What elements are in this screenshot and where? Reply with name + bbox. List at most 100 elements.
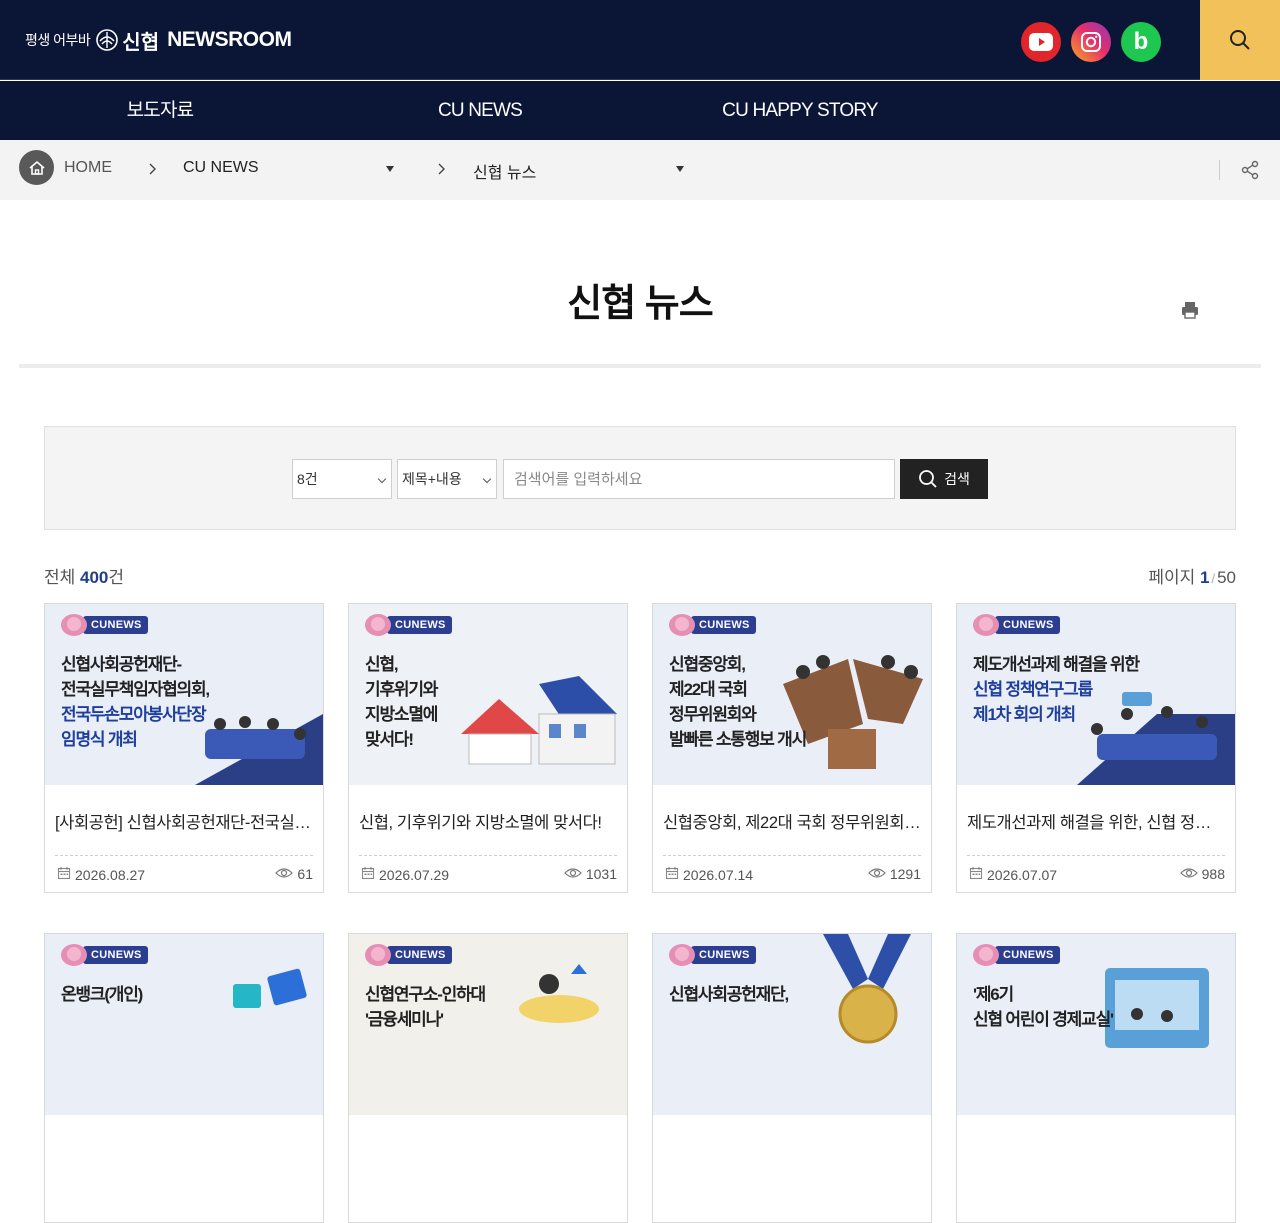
news-date: 2026.07.29	[361, 866, 449, 883]
thumb-highlight-line: 제1차 회의 개최	[973, 705, 1076, 724]
page-indicator: 페이지 1/50	[1148, 563, 1236, 588]
cunews-badge: CUNEWS	[973, 944, 1060, 966]
news-title[interactable]: 신협중앙회, 제22대 국회 정무위원회와 발빠른 소통행보 개시	[663, 809, 921, 833]
chevron-down-icon	[377, 474, 387, 484]
news-thumbnail[interactable]: CUNEWS 신협연구소-인하대 '금융세미나'	[349, 934, 627, 1115]
search-input[interactable]	[503, 459, 895, 499]
news-card[interactable]: CUNEWS 온뱅크(개인)	[44, 933, 324, 1223]
eye-icon	[867, 866, 886, 882]
thumbnail-headline: 제도개선과제 해결을 위한신협 정책연구그룹제1차 회의 개최	[973, 652, 1140, 727]
news-date-value: 2026.07.07	[987, 866, 1058, 883]
nav-press-release[interactable]: 보도자료	[0, 81, 320, 140]
blog-icon: b	[1133, 28, 1149, 55]
news-card[interactable]: CUNEWS '제6기 신협 어린이 경제교실'	[956, 933, 1236, 1223]
cunews-badge-label: CUNEWS	[83, 616, 148, 634]
thumb-text-line: 신협사회공헌재단-	[61, 655, 182, 674]
blog-link[interactable]: b	[1121, 22, 1161, 62]
top-header: 평생 어부바 신협 NEWSROOM b	[0, 0, 1280, 80]
news-thumbnail[interactable]: CUNEWS 신협사회공헌재단,	[653, 934, 931, 1115]
breadcrumb-level2-dropdown[interactable]: 신협 뉴스	[473, 159, 688, 183]
news-meta: 2026.07.29 1031	[359, 855, 617, 892]
thumb-text-line: 신협,	[365, 655, 399, 674]
thumb-text-line: 신협사회공헌재단,	[669, 985, 789, 1004]
cunews-badge-label: CUNEWS	[387, 616, 452, 634]
cunews-badge-label: CUNEWS	[691, 946, 756, 964]
calendar-icon	[361, 866, 375, 883]
news-thumbnail[interactable]: CUNEWS 제도개선과제 해결을 위한신협 정책연구그룹제1차 회의 개최	[957, 604, 1235, 785]
news-thumbnail[interactable]: CUNEWS 온뱅크(개인)	[45, 934, 323, 1115]
cunews-badge: CUNEWS	[365, 614, 452, 636]
page-size-select[interactable]: 8건	[292, 459, 392, 499]
logo-newsroom: NEWSROOM	[167, 28, 292, 51]
breadcrumb: HOME CU NEWS 신협 뉴스	[0, 140, 1280, 319]
chevron-right-icon	[149, 163, 156, 175]
news-card[interactable]: CUNEWS 제도개선과제 해결을 위한 신협 정책연구그룹 제1차 회의 개최 제도개…	[956, 603, 1236, 893]
page-slash: /	[1211, 571, 1216, 586]
search-field-select[interactable]: 제목+내용	[397, 459, 497, 499]
home-icon	[28, 160, 45, 175]
cunews-badge-label: CUNEWS	[995, 946, 1060, 964]
thumb-highlight-line: 신협 정책연구그룹	[973, 680, 1093, 699]
news-thumbnail[interactable]: CUNEWS '제6기 신협 어린이 경제교실'	[957, 934, 1235, 1115]
youtube-link[interactable]	[1021, 22, 1061, 62]
news-date: 2026.08.27	[57, 866, 145, 883]
eye-icon	[1179, 866, 1198, 882]
news-date: 2026.07.07	[969, 866, 1057, 883]
thumb-text-line: 맞서다!	[365, 730, 414, 749]
breadcrumb-home[interactable]: HOME	[64, 159, 112, 177]
thumb-text-line: 발빠른 소통행보 개시	[669, 730, 807, 749]
thumb-text-line: 제22대 국회	[669, 680, 748, 699]
news-thumbnail[interactable]: CUNEWS 신협사회공헌재단- 전국실무책임자협의회, 전국두손모아봉사단장 임명식 …	[45, 604, 323, 785]
nav-cu-happy-story[interactable]: CU HAPPY STORY	[640, 81, 960, 140]
news-thumbnail[interactable]: CUNEWS 신협, 기후위기와 지방소멸에 맞서다!	[349, 604, 627, 785]
thumbnail-headline: 신협사회공헌재단- 전국실무책임자협의회, 전국두손모아봉사단장 임명식 개최	[61, 652, 210, 752]
instagram-link[interactable]	[1071, 22, 1111, 62]
search-toggle-button[interactable]	[1200, 0, 1280, 80]
cunews-badge: CUNEWS	[61, 614, 148, 636]
news-card[interactable]: CUNEWS 신협, 기후위기와 지방소멸에 맞서다! 신협, 기후위기와 지방소멸에 맞…	[348, 603, 628, 893]
eye-icon	[275, 866, 294, 882]
news-date: 2026.07.14	[665, 866, 753, 883]
utility-divider	[1219, 160, 1220, 180]
news-date-value: 2026.08.27	[75, 866, 146, 883]
breadcrumb-level1-dropdown[interactable]: CU NEWS	[183, 159, 398, 177]
calendar-icon	[665, 866, 679, 883]
piggy-mascot-icon	[61, 944, 87, 966]
news-title[interactable]: 신협, 기후위기와 지방소멸에 맞서다!	[359, 809, 617, 833]
page-size-value: 8건	[297, 471, 318, 487]
cunews-badge-label: CUNEWS	[995, 616, 1060, 634]
thumb-text-line: 제도개선과제 해결을 위한	[973, 655, 1140, 674]
news-card[interactable]: CUNEWS 신협중앙회, 제22대 국회 정무위원회와 발빠른 소통행보 개시신협중앙…	[652, 603, 932, 893]
caret-down-icon	[676, 166, 684, 172]
chevron-right-icon	[438, 163, 445, 175]
instagram-icon	[1081, 32, 1101, 52]
chevron-down-icon	[482, 474, 492, 484]
search-button[interactable]: 검색	[900, 459, 988, 499]
youtube-icon	[1029, 33, 1053, 51]
news-views-value: 1031	[585, 866, 617, 882]
news-views-value: 61	[297, 866, 313, 882]
site-logo[interactable]: 평생 어부바 신협 NEWSROOM	[25, 24, 292, 56]
news-date-value: 2026.07.14	[683, 866, 754, 883]
share-icon[interactable]	[1240, 160, 1260, 180]
nav-cu-news[interactable]: CU NEWS	[320, 81, 640, 140]
news-title[interactable]: [사회공헌] 신협사회공헌재단-전국실무책임자협의회, 전국두손모아봉사단장 임…	[55, 809, 313, 833]
piggy-mascot-icon	[365, 614, 391, 636]
thumb-text-line: 신협연구소-인하대	[365, 985, 486, 1004]
cunews-badge: CUNEWS	[669, 614, 756, 636]
page-prefix: 페이지	[1148, 568, 1200, 587]
breadcrumb-level2-label: 신협 뉴스	[473, 165, 537, 182]
thumbnail-headline: '제6기 신협 어린이 경제교실'	[973, 982, 1114, 1032]
home-button[interactable]	[19, 150, 54, 185]
news-views-value: 988	[1201, 866, 1225, 882]
news-card[interactable]: CUNEWS 신협사회공헌재단,	[652, 933, 932, 1223]
news-title[interactable]: 제도개선과제 해결을 위한, 신협 정책연구그룹 제1차 회의 개최	[967, 809, 1225, 833]
total-prefix: 전체	[44, 568, 81, 587]
news-meta: 2026.07.14 1291	[663, 855, 921, 892]
thumbnail-headline: 신협사회공헌재단,	[669, 982, 789, 1007]
news-card[interactable]: CUNEWS 신협연구소-인하대 '금융세미나'	[348, 933, 628, 1223]
news-thumbnail[interactable]: CUNEWS 신협중앙회, 제22대 국회 정무위원회와 발빠른 소통행보 개시	[653, 604, 931, 785]
thumbnail-headline: 신협중앙회, 제22대 국회 정무위원회와 발빠른 소통행보 개시	[669, 652, 807, 752]
news-views: 988	[1179, 866, 1225, 882]
news-card[interactable]: CUNEWS 신협사회공헌재단- 전국실무책임자협의회, 전국두손모아봉사단장 임명식 …	[44, 603, 324, 893]
